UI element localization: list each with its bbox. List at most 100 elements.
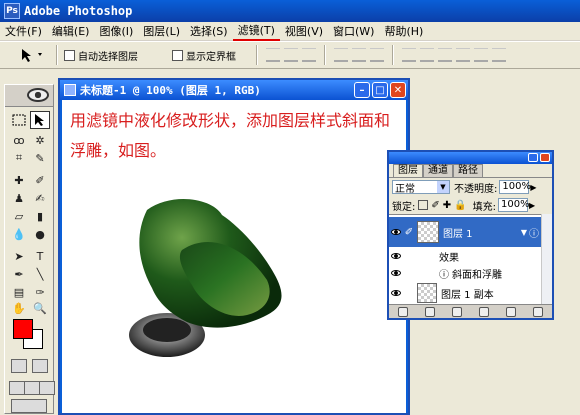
layers-scrollbar[interactable] xyxy=(541,214,552,304)
checkbox-box[interactable] xyxy=(64,49,75,61)
menu-view[interactable]: 视图(V) xyxy=(280,22,328,41)
jump-to-imageready-button[interactable] xyxy=(11,399,47,413)
move-tool-icon[interactable] xyxy=(30,111,50,129)
layer-row-layer1[interactable]: ✐ 图层 1 ▼ ⓘ xyxy=(389,217,541,247)
tab-paths[interactable]: 路径 xyxy=(453,164,483,177)
clone-stamp-tool-icon[interactable]: ♟ xyxy=(9,189,29,207)
panel-minimize-button[interactable] xyxy=(528,153,538,162)
menu-layer[interactable]: 图层(L) xyxy=(138,22,185,41)
healing-brush-tool-icon[interactable]: ✚ xyxy=(9,171,29,189)
brush-tool-icon[interactable]: ✐ xyxy=(30,171,50,189)
line-tool-icon[interactable]: ╲ xyxy=(30,265,50,283)
menu-edit[interactable]: 编辑(E) xyxy=(47,22,95,41)
screen-mode-full-button[interactable] xyxy=(39,381,55,395)
maximize-button[interactable]: □ xyxy=(372,82,388,98)
menu-filter[interactable]: 滤镜(T) xyxy=(232,22,280,41)
blend-mode-value: 正常 xyxy=(395,183,415,195)
visibility-eye-icon[interactable] xyxy=(389,225,403,239)
layer-name[interactable]: 图层 1 副本 xyxy=(441,286,494,301)
layer-row-layer1-copy[interactable]: 图层 1 副本 xyxy=(389,282,541,304)
align-bottom-icon[interactable] xyxy=(302,48,316,62)
menu-image[interactable]: 图像(I) xyxy=(94,22,138,41)
show-bounding-box-label: 显示定界框 xyxy=(186,51,236,63)
layer-name[interactable]: 图层 1 xyxy=(443,225,521,240)
lock-image-icon[interactable]: ✐ xyxy=(431,200,439,211)
minimize-button[interactable]: – xyxy=(354,82,370,98)
history-brush-tool-icon[interactable]: ✍ xyxy=(30,189,50,207)
chevron-down-icon: ▼ xyxy=(437,181,449,193)
effects-label: 效果 xyxy=(439,252,459,264)
close-button[interactable]: ✕ xyxy=(390,82,406,98)
visibility-eye-icon[interactable] xyxy=(389,286,403,300)
type-tool-icon[interactable]: T xyxy=(30,247,50,265)
layer-effect-bevel-row[interactable]: ⓘ 斜面和浮雕 xyxy=(389,265,541,281)
show-bounding-box-checkbox[interactable]: 显示定界框 xyxy=(172,48,236,63)
magic-wand-tool-icon[interactable]: ✲ xyxy=(30,131,50,149)
distribute-left-icon[interactable] xyxy=(456,48,470,62)
gradient-tool-icon[interactable]: ▮ xyxy=(30,207,50,225)
standard-mode-button[interactable] xyxy=(11,359,27,373)
fx-icon: ⓘ xyxy=(529,228,539,240)
checkbox-box[interactable] xyxy=(172,49,183,61)
tab-channels[interactable]: 通道 xyxy=(423,164,453,177)
divider xyxy=(256,45,258,65)
distribute-bottom-icon[interactable] xyxy=(438,48,452,62)
blur-tool-icon[interactable]: 💧 xyxy=(9,225,29,243)
add-style-icon[interactable] xyxy=(397,306,408,317)
new-set-icon[interactable] xyxy=(451,306,462,317)
align-middle-icon[interactable] xyxy=(284,48,298,62)
panel-close-button[interactable] xyxy=(540,153,550,162)
new-layer-icon[interactable] xyxy=(506,306,517,317)
visibility-eye-icon[interactable] xyxy=(389,266,403,280)
crop-tool-icon[interactable]: ⌗ xyxy=(9,149,29,167)
distribute-top-icon[interactable] xyxy=(402,48,416,62)
trash-icon[interactable] xyxy=(533,306,544,317)
lasso-tool-icon[interactable]: ꝏ xyxy=(9,131,29,149)
zoom-tool-icon[interactable]: 🔍 xyxy=(30,299,50,317)
document-title: 未标题-1 @ 100% (图层 1, RGB) xyxy=(80,84,261,97)
move-tool-preset-icon[interactable] xyxy=(16,44,50,66)
divider xyxy=(56,45,58,65)
align-right-icon[interactable] xyxy=(370,48,384,62)
align-left-icon[interactable] xyxy=(334,48,348,62)
lock-transparency-icon[interactable] xyxy=(418,200,429,210)
opacity-input[interactable]: 100% xyxy=(499,180,531,194)
distribute-right-icon[interactable] xyxy=(492,48,506,62)
visibility-eye-icon[interactable] xyxy=(389,249,403,263)
hand-tool-icon[interactable]: ✋ xyxy=(9,299,29,317)
menu-help[interactable]: 帮助(H) xyxy=(379,22,428,41)
adjustment-layer-icon[interactable] xyxy=(479,306,490,317)
eraser-tool-icon[interactable]: ▱ xyxy=(9,207,29,225)
distribute-middle-icon[interactable] xyxy=(420,48,434,62)
document-titlebar[interactable]: 未标题-1 @ 100% (图层 1, RGB) – □ ✕ xyxy=(60,80,408,100)
document-canvas[interactable]: 用滤镜中液化修改形状，添加图层样式斜面和浮雕，如图。 xyxy=(62,100,406,413)
lock-position-icon[interactable]: ✚ xyxy=(443,200,451,211)
menu-window[interactable]: 窗口(W) xyxy=(328,22,379,41)
opacity-arrow-icon[interactable]: ▶ xyxy=(530,183,536,192)
fill-input[interactable]: 100% xyxy=(497,198,530,212)
blend-mode-select[interactable]: 正常 ▼ xyxy=(392,180,450,195)
slice-tool-icon[interactable]: ✎ xyxy=(30,149,50,167)
effects-expand-icon[interactable]: ▼ xyxy=(521,228,527,237)
layer-thumbnail xyxy=(417,283,437,303)
align-center-icon[interactable] xyxy=(352,48,366,62)
screen-mode-standard-button[interactable] xyxy=(9,381,25,395)
menu-select[interactable]: 选择(S) xyxy=(185,22,233,41)
layer-effects-row[interactable]: 效果 xyxy=(389,248,541,264)
path-selection-tool-icon[interactable]: ➤ xyxy=(9,247,29,265)
pen-tool-icon[interactable]: ✒ xyxy=(9,265,29,283)
screen-mode-full-menu-button[interactable] xyxy=(24,381,40,395)
distribute-center-icon[interactable] xyxy=(474,48,488,62)
fill-arrow-icon[interactable]: ▶ xyxy=(529,201,535,210)
tab-layers[interactable]: 图层 xyxy=(393,164,423,177)
dodge-tool-icon[interactable]: ● xyxy=(30,225,50,243)
align-top-icon[interactable] xyxy=(266,48,280,62)
menu-file[interactable]: 文件(F) xyxy=(0,22,47,41)
quick-mask-mode-button[interactable] xyxy=(32,359,48,373)
marquee-tool-icon[interactable] xyxy=(9,111,29,129)
foreground-color-swatch[interactable] xyxy=(13,319,33,339)
lock-all-icon[interactable]: 🔒 xyxy=(454,200,466,211)
auto-select-layer-checkbox[interactable]: 自动选择图层 xyxy=(64,48,138,63)
add-mask-icon[interactable] xyxy=(424,306,435,317)
layers-panel-titlebar[interactable] xyxy=(389,152,552,164)
